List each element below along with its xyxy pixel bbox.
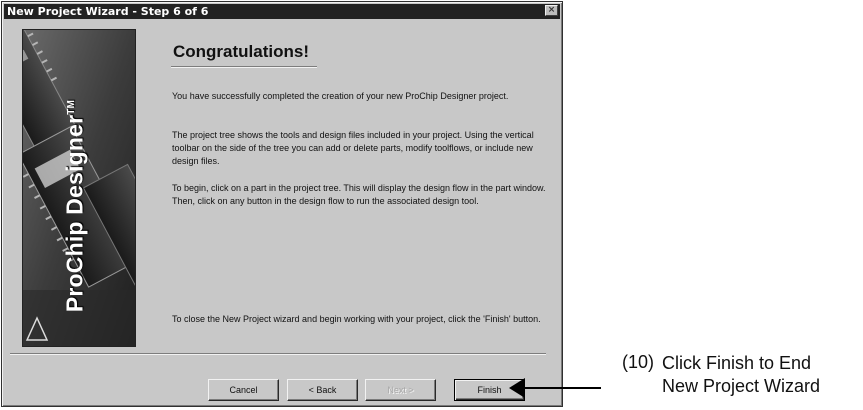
wizard-dialog: New Project Wizard - Step 6 of 6 × ProCh…: [1, 1, 563, 407]
paragraph-close: To close the New Project wizard and begi…: [172, 314, 541, 324]
close-button[interactable]: ×: [545, 5, 558, 16]
close-icon: ×: [547, 5, 556, 15]
next-button[interactable]: Next >: [365, 379, 436, 401]
button-separator: [10, 353, 546, 355]
back-button[interactable]: < Back: [287, 379, 358, 401]
paragraph-project-tree: The project tree shows the tools and des…: [172, 130, 534, 166]
paragraph-success: You have successfully completed the crea…: [172, 91, 509, 101]
branding-image: ProChip DesignerTM: [22, 29, 136, 347]
callout-line: [521, 387, 601, 389]
cancel-button[interactable]: Cancel: [208, 379, 279, 401]
callout-line-1: Click Finish to End: [662, 353, 812, 373]
callout-text: Click Finish to End New Project Wizard: [662, 352, 862, 398]
callout-line-2: New Project Wizard: [662, 376, 821, 396]
heading-underline: [171, 66, 317, 68]
callout-number: (10): [622, 352, 655, 372]
page-heading: Congratulations!: [173, 42, 309, 61]
title-bar[interactable]: New Project Wizard - Step 6 of 6 ×: [4, 4, 560, 19]
window-title: New Project Wizard - Step 6 of 6: [7, 5, 209, 18]
paragraph-begin: To begin, click on a part in the project…: [172, 183, 546, 206]
brand-logo-text: ProChip DesignerTM: [61, 99, 88, 313]
